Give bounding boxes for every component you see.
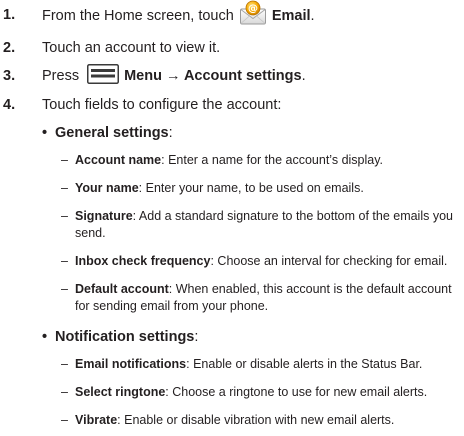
- item-desc: : Enter your name, to be used on emails.: [138, 181, 364, 195]
- section-title-text: General settings: [55, 125, 169, 141]
- step-text-before: Press: [42, 68, 80, 84]
- item-text: Inbox check frequency: Choose an interva…: [75, 253, 463, 270]
- item-desc: : Choose an interval for checking for em…: [210, 254, 448, 268]
- item-desc: : Enter a name for the account’s display…: [161, 153, 384, 167]
- step-text: From the Home screen, touch @ Email.: [42, 0, 315, 26]
- section-title: General settings:: [55, 124, 173, 142]
- step-text-before: From the Home screen, touch: [42, 7, 234, 24]
- item-desc: : Enable or disable alerts in the Status…: [186, 357, 423, 371]
- step-number: 4.: [3, 97, 16, 113]
- manual-page: 1. From the Home screen, touch @ Email. …: [0, 0, 464, 436]
- bullet: •: [42, 329, 48, 345]
- item-name: Email notifications: [75, 357, 187, 371]
- dash: –: [61, 282, 68, 296]
- email-app-icon: @: [239, 0, 267, 26]
- step-text: Press Menu → Account settings.: [42, 64, 306, 85]
- item-name: Inbox check frequency: [75, 254, 211, 268]
- dash: –: [61, 209, 68, 223]
- step-text-bold: Menu → Account settings: [124, 68, 302, 84]
- item-desc: : Enable or disable vibration with new e…: [117, 413, 395, 427]
- item-name: Account name: [75, 153, 162, 167]
- item-text: Signature: Add a standard signature to t…: [75, 208, 463, 242]
- section-title-colon: :: [194, 329, 199, 345]
- item-name: Default account: [75, 282, 169, 296]
- item-name: Signature: [75, 209, 133, 223]
- item-desc: : Choose a ringtone to use for new email…: [165, 385, 428, 399]
- step-text-after: .: [310, 7, 315, 24]
- item-desc: : Add a standard signature to the bottom…: [75, 209, 453, 240]
- item-text: Account name: Enter a name for the accou…: [75, 152, 463, 169]
- step-number: 3.: [3, 68, 16, 84]
- step-text: Touch fields to configure the account:: [42, 97, 282, 113]
- item-text: Email notifications: Enable or disable a…: [75, 356, 463, 373]
- svg-text:@: @: [248, 4, 258, 15]
- step-text-bold: Email: [271, 7, 311, 24]
- step-number: 1.: [3, 7, 16, 23]
- dash: –: [61, 413, 68, 427]
- dash: –: [61, 254, 68, 268]
- bullet: •: [42, 125, 48, 141]
- section-title: Notification settings:: [55, 328, 198, 346]
- item-name: Your name: [75, 181, 139, 195]
- step-text-after: .: [301, 68, 306, 84]
- item-text: Vibrate: Enable or disable vibration wit…: [75, 412, 463, 429]
- dash: –: [61, 181, 68, 195]
- step-text: Touch an account to view it.: [42, 40, 221, 56]
- step-number: 2.: [3, 40, 16, 56]
- item-text: Default account: When enabled, this acco…: [75, 281, 463, 315]
- dash: –: [61, 357, 68, 371]
- item-text: Your name: Enter your name, to be used o…: [75, 180, 463, 197]
- menu-key-icon: [87, 64, 120, 85]
- dash: –: [61, 153, 68, 167]
- dash: –: [61, 385, 68, 399]
- section-title-text: Notification settings: [55, 329, 195, 345]
- item-text: Select ringtone: Choose a ringtone to us…: [75, 384, 463, 401]
- item-name: Select ringtone: [75, 385, 166, 399]
- section-title-colon: :: [168, 125, 173, 141]
- item-name: Vibrate: [75, 413, 118, 427]
